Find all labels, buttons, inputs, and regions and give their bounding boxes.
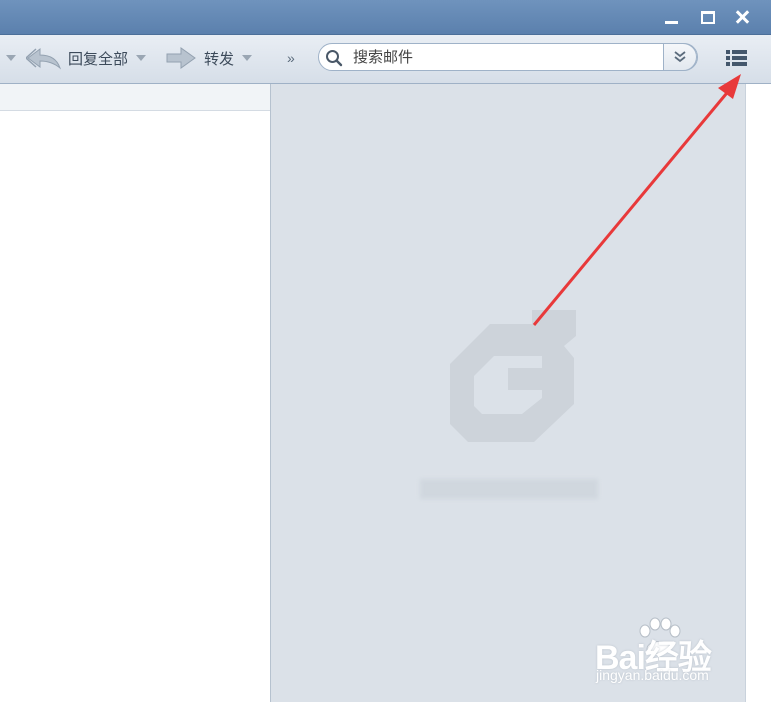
search-icon: [326, 50, 343, 67]
forward-label: 转发: [204, 50, 235, 68]
reply-all-button[interactable]: 回复全部: [26, 44, 147, 72]
chevron-double-down-icon: [674, 51, 686, 63]
reply-all-icon: [26, 48, 62, 70]
title-bar: [0, 0, 771, 35]
logo-caption-placeholder: [420, 479, 598, 499]
minimize-icon[interactable]: [660, 6, 682, 28]
close-icon[interactable]: [731, 6, 753, 28]
search-input[interactable]: [353, 47, 653, 67]
mail-list-pane[interactable]: [0, 84, 271, 702]
search-box: [318, 43, 698, 71]
dropdown-caret-icon[interactable]: [6, 55, 16, 61]
forward-caret-icon[interactable]: [242, 55, 253, 61]
app-logo-icon: [450, 310, 576, 442]
mail-list-header: [0, 84, 270, 111]
toolbar: 回复全部 转发 »: [0, 35, 771, 84]
list-menu-icon: [726, 50, 747, 66]
reply-all-caret-icon[interactable]: [136, 55, 147, 61]
reply-all-label: 回复全部: [68, 50, 129, 68]
watermark-url: jingyan.baidu.com: [596, 667, 709, 683]
search-options-button[interactable]: [663, 43, 697, 71]
vertical-scrollbar[interactable]: [745, 84, 771, 702]
main-menu-button[interactable]: [721, 44, 751, 72]
forward-icon: [166, 47, 196, 69]
more-toolbar-button[interactable]: »: [287, 44, 295, 72]
maximize-icon[interactable]: [697, 6, 719, 28]
forward-button[interactable]: 转发: [165, 44, 253, 72]
